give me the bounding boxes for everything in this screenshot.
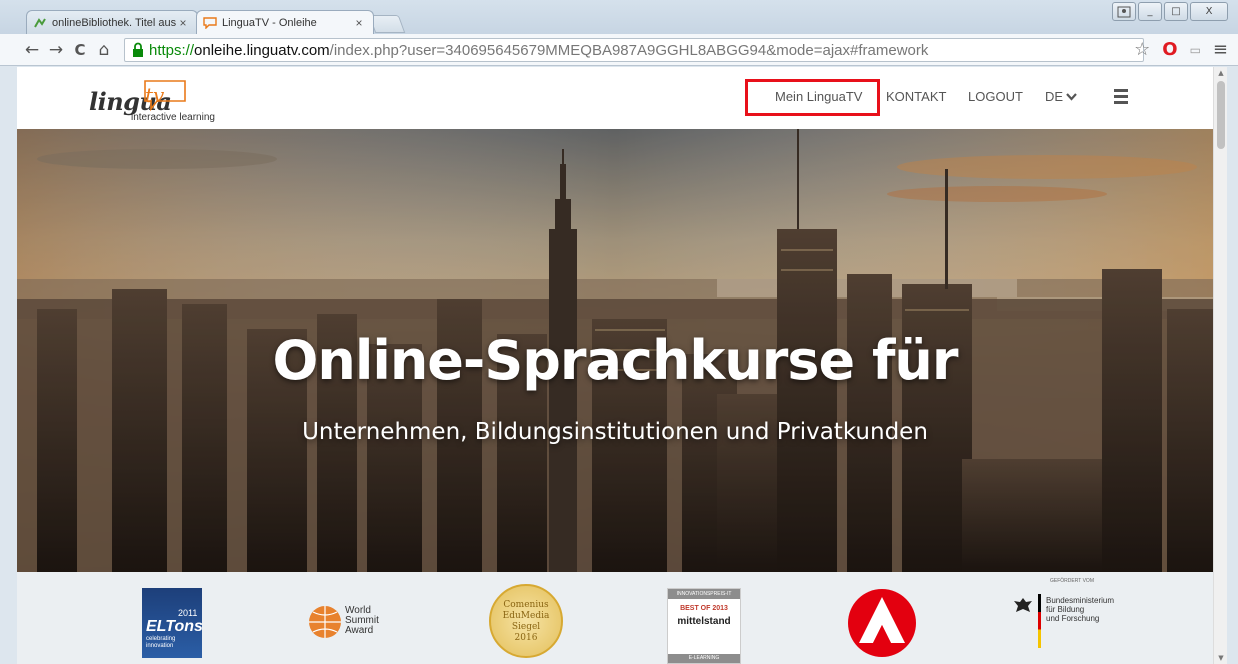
hamburger-menu-icon[interactable] bbox=[1114, 89, 1128, 104]
comenius-edumedia-seal: Comenius EduMedia Siegel 2016 bbox=[489, 584, 563, 658]
hero-banner: Online-Sprachkurse für Unternehmen, Bild… bbox=[17, 129, 1213, 572]
reload-button[interactable]: C bbox=[68, 38, 92, 62]
vertical-scrollbar[interactable]: ▲ ▼ bbox=[1213, 67, 1227, 664]
comenius-line-2: EduMedia bbox=[502, 611, 550, 621]
scroll-up-arrow-icon[interactable]: ▲ bbox=[1214, 69, 1228, 77]
logo-tagline: interactive learning bbox=[131, 112, 215, 123]
maximize-button[interactable]: □ bbox=[1164, 2, 1188, 21]
federal-eagle-icon bbox=[1014, 598, 1032, 612]
bmbf-line-2: für Bildung bbox=[1046, 605, 1085, 614]
tab-title: onlineBibliothek. Titel aus bbox=[52, 16, 177, 29]
window-controls: _ □ X bbox=[1112, 2, 1228, 21]
site-header: lingua tv interactive learning Mein Ling… bbox=[17, 67, 1213, 129]
toolbar-right: ☆ O ▭ ≡ bbox=[1134, 39, 1228, 60]
eltons-tagline: celebrating innovation bbox=[146, 636, 176, 649]
comenius-line-4: 2016 bbox=[514, 633, 538, 643]
innov-best-of: BEST OF 2013 bbox=[680, 605, 728, 612]
address-bar[interactable]: https://onleihe.linguatv.com/index.php?u… bbox=[124, 38, 1144, 62]
tab-strip: onlineBibliothek. Titel aus × LinguaTV -… bbox=[0, 0, 1238, 34]
comenius-line-3: Siegel bbox=[511, 622, 541, 632]
linguatv-favicon-icon bbox=[203, 16, 217, 29]
linguatv-logo[interactable]: lingua tv interactive learning bbox=[89, 77, 249, 123]
browser-menu-icon[interactable]: ≡ bbox=[1213, 39, 1228, 60]
eltons-award-logo: 2011 ELTons celebrating innovation bbox=[142, 588, 203, 658]
chevron-down-icon bbox=[1066, 92, 1077, 101]
new-tab-button[interactable] bbox=[368, 15, 406, 33]
language-label: DE bbox=[1045, 89, 1064, 104]
hero-title: Online-Sprachkurse für bbox=[272, 329, 958, 392]
bundesagentur-arbeit-logo bbox=[848, 589, 916, 657]
awards-band: 2011 ELTons celebrating innovation World… bbox=[17, 572, 1213, 664]
globe-icon bbox=[309, 606, 341, 638]
onleihe-favicon-icon bbox=[34, 17, 46, 27]
hero-subtitle: Unternehmen, Bildungsinstitutionen und P… bbox=[302, 419, 928, 445]
german-flag-bar bbox=[1038, 594, 1041, 648]
logo-tv: tv bbox=[145, 83, 165, 107]
wsa-line-3: Award bbox=[345, 625, 374, 636]
browser-toolbar: ← → C ⌂ https://onleihe.linguatv.com/ind… bbox=[0, 34, 1238, 66]
eltons-year: 2011 bbox=[178, 608, 198, 618]
bmbf-line-3: und Forschung bbox=[1046, 614, 1100, 623]
lock-icon bbox=[133, 42, 143, 57]
page-viewport: lingua tv interactive learning Mein Ling… bbox=[17, 67, 1213, 664]
nav-logout[interactable]: LOGOUT bbox=[968, 89, 1023, 104]
innovationspreis-it-logo: INNOVATIONSPREIS-IT BEST OF 2013 mittels… bbox=[667, 588, 741, 664]
forward-button[interactable]: → bbox=[44, 38, 68, 62]
back-button[interactable]: ← bbox=[20, 38, 44, 62]
user-profile-icon[interactable] bbox=[1112, 2, 1136, 21]
comenius-line-1: Comenius bbox=[503, 600, 549, 610]
innov-footer: E-LEARNING bbox=[668, 654, 740, 663]
nav-kontakt[interactable]: KONTAKT bbox=[886, 89, 946, 104]
nav-mein-linguatv[interactable]: Mein LinguaTV bbox=[775, 89, 862, 104]
tab-linguatv[interactable]: LinguaTV - Onleihe × bbox=[196, 10, 374, 34]
minimize-button[interactable]: _ bbox=[1138, 2, 1162, 21]
language-select[interactable]: DE bbox=[1045, 89, 1077, 104]
url-scheme: https:// bbox=[149, 41, 195, 59]
bmbf-line-1: Bundesministerium bbox=[1046, 596, 1115, 605]
bookmark-star-icon[interactable]: ☆ bbox=[1134, 39, 1150, 60]
world-summit-award-logo: World Summit Award bbox=[307, 604, 397, 644]
scroll-down-arrow-icon[interactable]: ▼ bbox=[1214, 654, 1228, 662]
tab-close-icon[interactable]: × bbox=[177, 16, 189, 30]
url-path: /index.php?user=340695645679MMEQBA987A9G… bbox=[329, 41, 929, 59]
scrollbar-thumb[interactable] bbox=[1217, 81, 1225, 149]
tab-title: LinguaTV - Onleihe bbox=[222, 16, 317, 29]
tab-close-icon[interactable]: × bbox=[353, 16, 365, 30]
keyboard-icon[interactable]: ▭ bbox=[1190, 43, 1201, 57]
bmbf-header: GEFÖRDERT VOM bbox=[1050, 578, 1094, 584]
close-window-button[interactable]: X bbox=[1190, 2, 1228, 21]
innov-mittelstand: mittelstand bbox=[677, 616, 731, 627]
url-host: onleihe.linguatv.com bbox=[194, 41, 330, 59]
browser-window: onlineBibliothek. Titel aus × LinguaTV -… bbox=[0, 0, 1238, 664]
tab-onlinebibliothek[interactable]: onlineBibliothek. Titel aus × bbox=[26, 10, 198, 34]
bmbf-logo: GEFÖRDERT VOM Bundesministerium für Bild… bbox=[1012, 578, 1142, 658]
innov-header: INNOVATIONSPREIS-IT bbox=[668, 589, 740, 599]
opera-icon[interactable]: O bbox=[1162, 39, 1177, 60]
home-button[interactable]: ⌂ bbox=[92, 38, 116, 62]
eltons-name: ELTons bbox=[146, 618, 203, 635]
